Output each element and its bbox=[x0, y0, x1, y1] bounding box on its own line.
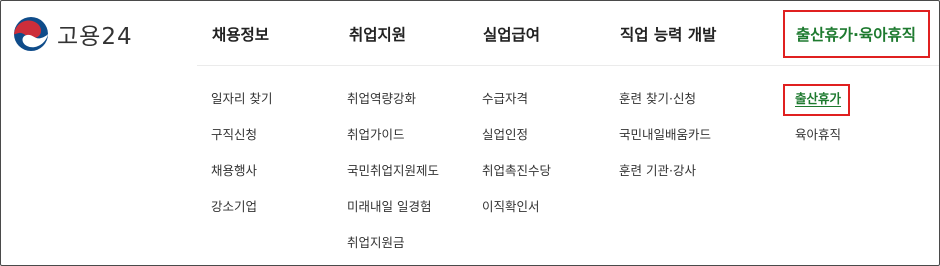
submenu-item[interactable]: 취업역량강화 bbox=[347, 89, 439, 125]
submenu-item[interactable]: 훈련 기관·강사 bbox=[619, 161, 711, 197]
korea-government-emblem-icon bbox=[14, 17, 48, 51]
submenu-item[interactable]: 일자리 찾기 bbox=[211, 89, 272, 125]
submenu-item[interactable]: 실업인정 bbox=[482, 125, 551, 161]
nav-tab-unemployment-benefit[interactable]: 실업급여 bbox=[483, 23, 540, 45]
site-logo[interactable]: 고용24 bbox=[13, 15, 133, 53]
submenu-item[interactable]: 취업촉진수당 bbox=[482, 161, 551, 197]
menu-divider bbox=[197, 65, 939, 66]
submenu-item[interactable]: 국민내일배움카드 bbox=[619, 125, 711, 161]
submenu-item[interactable]: 국민취업지원제도 bbox=[347, 161, 439, 197]
submenu-item[interactable]: 취업지원금 bbox=[347, 233, 439, 265]
submenu-item[interactable]: 이직확인서 bbox=[482, 197, 551, 233]
submenu-item[interactable]: 미래내일 일경험 bbox=[347, 197, 439, 233]
nav-tab-recruitment[interactable]: 채용정보 bbox=[212, 23, 269, 45]
submenu-item[interactable]: 채용행사 bbox=[211, 161, 272, 197]
submenu-item[interactable]: 구직신청 bbox=[211, 125, 272, 161]
mega-menu-panel: 고용24 채용정보 취업지원 실업급여 직업 능력 개발 출산휴가·육아휴직 일… bbox=[0, 0, 940, 266]
highlight-box-submenu-item bbox=[783, 84, 850, 116]
submenu-item[interactable]: 강소기업 bbox=[211, 197, 272, 233]
nav-tab-employment-support[interactable]: 취업지원 bbox=[349, 23, 406, 45]
logo-text: 고용24 bbox=[57, 24, 133, 50]
highlight-box-nav-tab bbox=[783, 10, 930, 58]
submenu-vocational-training: 훈련 찾기·신청 국민내일배움카드 훈련 기관·강사 bbox=[619, 89, 711, 197]
submenu-employment-support: 취업역량강화 취업가이드 국민취업지원제도 미래내일 일경험 취업지원금 bbox=[347, 89, 439, 265]
submenu-item[interactable]: 수급자격 bbox=[482, 89, 551, 125]
submenu-unemployment-benefit: 수급자격 실업인정 취업촉진수당 이직확인서 bbox=[482, 89, 551, 233]
submenu-item[interactable]: 훈련 찾기·신청 bbox=[619, 89, 711, 125]
nav-tab-vocational-training[interactable]: 직업 능력 개발 bbox=[620, 23, 716, 45]
submenu-item-parental-leave[interactable]: 육아휴직 bbox=[795, 125, 841, 161]
submenu-item[interactable]: 취업가이드 bbox=[347, 125, 439, 161]
submenu-recruitment: 일자리 찾기 구직신청 채용행사 강소기업 bbox=[211, 89, 272, 233]
